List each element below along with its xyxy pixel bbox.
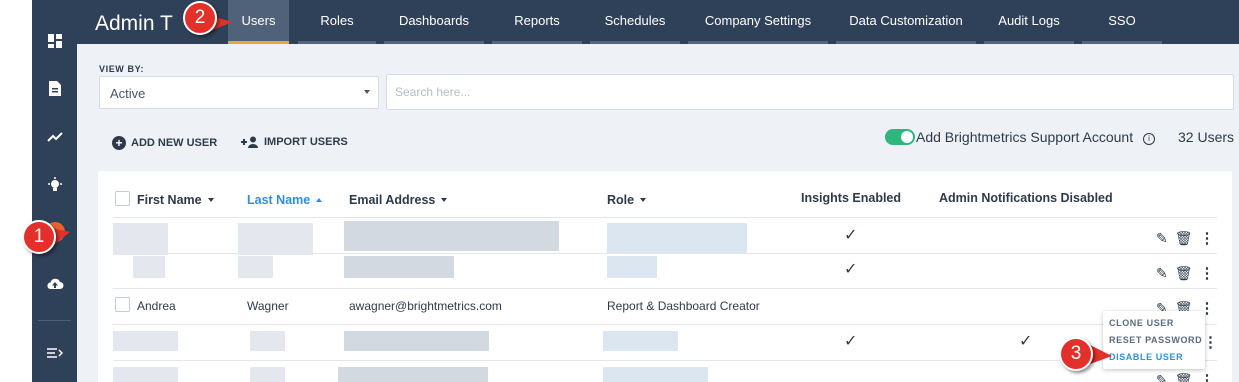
- row-actions: ✎ 🗑 ⋮: [1156, 264, 1215, 283]
- user-count: 32 Users: [1178, 129, 1235, 145]
- tab-reports[interactable]: Reports: [492, 0, 582, 44]
- clone-user-menu-item[interactable]: CLONE USER: [1109, 318, 1174, 328]
- redacted-cell: [603, 331, 678, 351]
- email-cell: awagner@brightmetrics.com: [349, 299, 502, 313]
- more-options-icon[interactable]: ⋮: [1203, 333, 1218, 351]
- column-admin-notifications-disabled: Admin Notifications Disabled: [939, 191, 1113, 205]
- select-all-checkbox[interactable]: [115, 191, 130, 206]
- redacted-cell: [607, 223, 747, 253]
- document-icon[interactable]: [32, 73, 77, 103]
- import-users-label: IMPORT USERS: [264, 136, 348, 148]
- top-nav: Admin T Users Roles Dashboards Reports S…: [77, 0, 1239, 44]
- redacted-cell: [133, 256, 165, 278]
- row-divider: [113, 360, 1217, 361]
- more-options-icon[interactable]: ⋮: [1200, 371, 1215, 382]
- chevron-down-icon: [364, 90, 370, 94]
- sort-up-icon: [316, 198, 323, 202]
- column-last-name[interactable]: Last Name: [247, 193, 323, 207]
- support-account-toggle[interactable]: [885, 129, 915, 145]
- left-margin: [0, 0, 32, 382]
- redacted-cell: [238, 256, 273, 278]
- redacted-cell: [338, 367, 488, 382]
- redacted-cell: [238, 223, 313, 255]
- tab-roles[interactable]: Roles: [298, 0, 376, 44]
- add-new-user-label: ADD NEW USER: [131, 137, 218, 149]
- redacted-cell: [250, 367, 285, 382]
- more-options-icon[interactable]: ⋮: [1200, 264, 1215, 282]
- support-account-label: Add Brightmetrics Support Account: [916, 129, 1134, 145]
- page-title: Admin T: [95, 12, 173, 35]
- sidebar: [32, 0, 77, 382]
- row-options-menu: CLONE USER RESET PASSWORD DISABLE USER: [1103, 311, 1205, 369]
- redacted-cell: [250, 331, 285, 351]
- column-role[interactable]: Role: [607, 193, 647, 207]
- role-cell: Report & Dashboard Creator: [607, 299, 760, 313]
- trash-icon[interactable]: 🗑: [1175, 372, 1193, 382]
- callout-1: 1: [22, 220, 56, 254]
- tab-dashboards[interactable]: Dashboards: [384, 0, 484, 44]
- reset-password-menu-item[interactable]: RESET PASSWORD: [1109, 335, 1202, 345]
- users-panel: VIEW BY: Active + ADD NEW USER IMPORT US…: [77, 44, 1239, 382]
- edit-icon[interactable]: ✎: [1156, 372, 1168, 382]
- insights-check-icon: ✓: [844, 227, 858, 244]
- redacted-cell: [603, 367, 708, 382]
- admin-notifications-check-icon: ✓: [1019, 333, 1033, 350]
- trash-icon[interactable]: 🗑: [1175, 230, 1193, 247]
- callout-3: 3: [1059, 337, 1093, 371]
- tab-company-settings[interactable]: Company Settings: [688, 0, 828, 44]
- add-new-user-button[interactable]: + ADD NEW USER: [112, 136, 217, 150]
- row-divider: [113, 288, 1217, 289]
- row-divider: [113, 324, 1217, 325]
- edit-icon[interactable]: ✎: [1156, 230, 1168, 247]
- redacted-cell: [113, 367, 178, 382]
- insights-check-icon: ✓: [844, 261, 858, 278]
- redacted-cell: [344, 221, 559, 251]
- redacted-cell: [607, 256, 657, 278]
- lightbulb-icon[interactable]: [32, 170, 77, 200]
- expand-menu-icon[interactable]: [32, 338, 77, 368]
- row-divider: [113, 253, 1217, 254]
- view-by-value: Active: [110, 86, 146, 101]
- column-insights-enabled: Insights Enabled: [801, 191, 902, 205]
- first-name-cell: Andrea: [137, 299, 176, 313]
- import-users-button[interactable]: IMPORT USERS: [241, 136, 348, 148]
- tab-schedules[interactable]: Schedules: [590, 0, 680, 44]
- add-person-icon: [241, 136, 258, 148]
- header-divider: [113, 217, 1217, 218]
- view-by-select[interactable]: Active: [99, 76, 379, 109]
- callout-2: 2: [183, 1, 217, 35]
- redacted-cell: [113, 331, 178, 351]
- sort-down-icon: [441, 198, 448, 202]
- redacted-cell: [344, 331, 489, 351]
- search-input[interactable]: [386, 74, 1234, 110]
- redacted-cell: [113, 223, 168, 255]
- sort-down-icon: [640, 198, 647, 202]
- last-name-cell: Wagner: [247, 299, 289, 313]
- column-first-name[interactable]: First Name: [137, 193, 214, 207]
- sidebar-divider: [38, 320, 71, 321]
- row-checkbox[interactable]: [115, 297, 130, 312]
- trash-icon[interactable]: 🗑: [1175, 265, 1193, 282]
- plus-circle-icon: +: [112, 136, 126, 150]
- tab-audit-logs[interactable]: Audit Logs: [984, 0, 1074, 44]
- info-icon[interactable]: i: [1143, 133, 1155, 145]
- row-actions: ✎ 🗑 ⋮: [1156, 371, 1215, 382]
- row-actions: ✎ 🗑 ⋮: [1156, 229, 1215, 248]
- disable-user-menu-item[interactable]: DISABLE USER: [1109, 352, 1183, 362]
- trend-icon[interactable]: [32, 122, 77, 152]
- more-options-icon[interactable]: ⋮: [1200, 229, 1215, 247]
- dashboard-icon[interactable]: [32, 26, 77, 56]
- column-email[interactable]: Email Address: [349, 193, 448, 207]
- tab-users[interactable]: Users: [228, 0, 289, 44]
- view-by-label: VIEW BY:: [99, 64, 145, 74]
- insights-check-icon: ✓: [844, 333, 858, 350]
- edit-icon[interactable]: ✎: [1156, 265, 1168, 282]
- sort-down-icon: [207, 198, 214, 202]
- tab-sso[interactable]: SSO: [1082, 0, 1162, 44]
- cloud-upload-icon[interactable]: [32, 269, 77, 299]
- tab-data-customization[interactable]: Data Customization: [836, 0, 976, 44]
- redacted-cell: [344, 256, 454, 278]
